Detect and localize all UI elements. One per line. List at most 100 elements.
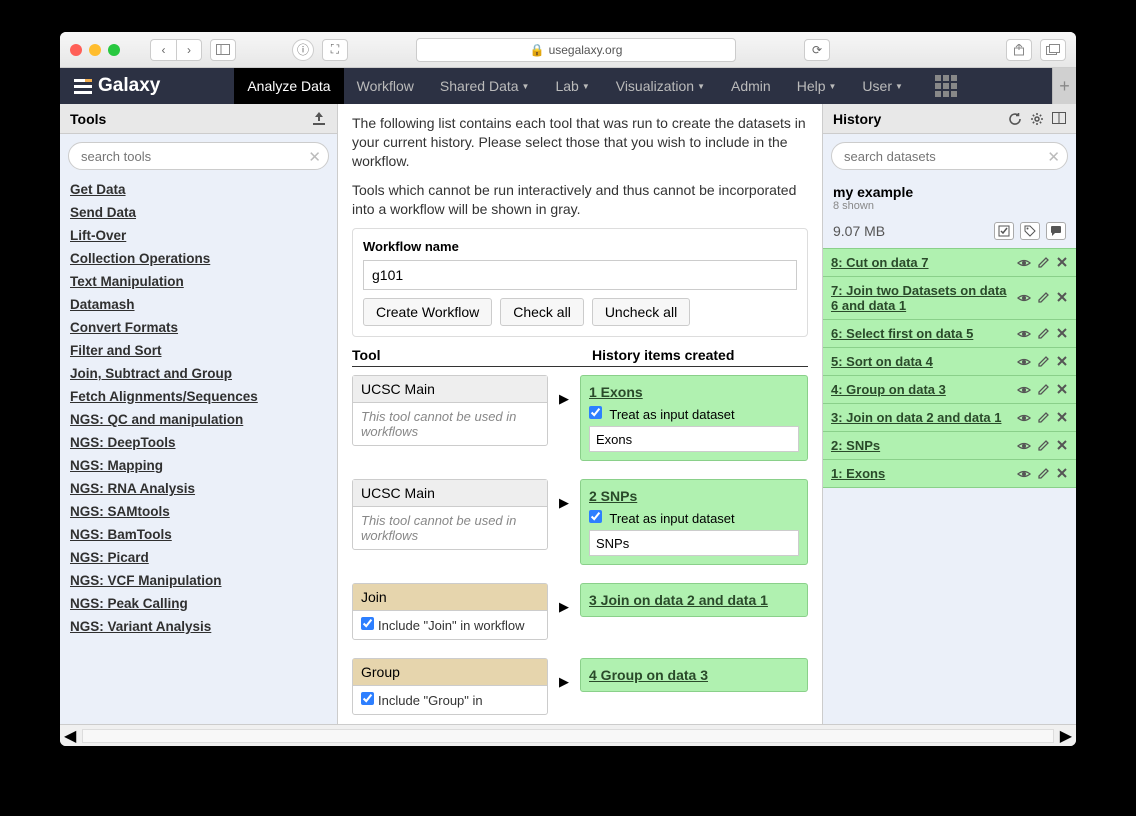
tabs-button[interactable] <box>1040 39 1066 61</box>
tool-category[interactable]: NGS: RNA Analysis <box>70 477 327 500</box>
gear-icon[interactable] <box>1030 112 1044 126</box>
logo[interactable]: Galaxy <box>60 75 174 97</box>
view-icon[interactable] <box>1017 291 1031 305</box>
delete-icon[interactable] <box>1056 439 1068 453</box>
edit-icon[interactable] <box>1037 467 1050 481</box>
hist-link[interactable]: 3 Join on data 2 and data 1 <box>589 592 768 608</box>
history-item-link[interactable]: 4: Group on data 3 <box>831 382 1017 397</box>
edit-icon[interactable] <box>1037 411 1050 425</box>
edit-icon[interactable] <box>1037 383 1050 397</box>
scroll-right-icon[interactable]: ▶ <box>1060 726 1072 746</box>
delete-icon[interactable] <box>1056 355 1068 369</box>
nav-shared-data[interactable]: Shared Data▼ <box>427 68 543 104</box>
view-icon[interactable] <box>1017 327 1031 341</box>
history-item[interactable]: 1: Exons <box>823 459 1076 488</box>
history-item-link[interactable]: 6: Select first on data 5 <box>831 326 1017 341</box>
input-dataset-name[interactable] <box>589 426 799 452</box>
view-icon[interactable] <box>1017 383 1031 397</box>
create-workflow-button[interactable]: Create Workflow <box>363 298 492 326</box>
tool-category[interactable]: NGS: BamTools <box>70 523 327 546</box>
view-icon[interactable] <box>1017 355 1031 369</box>
tool-category[interactable]: NGS: VCF Manipulation <box>70 569 327 592</box>
hist-link[interactable]: 1 Exons <box>589 384 643 400</box>
delete-icon[interactable] <box>1056 383 1068 397</box>
tool-category[interactable]: Join, Subtract and Group <box>70 362 327 385</box>
view-icon[interactable] <box>1017 439 1031 453</box>
treat-input-checkbox[interactable] <box>589 510 602 523</box>
view-icon[interactable] <box>1017 256 1031 270</box>
tool-category[interactable]: NGS: SAMtools <box>70 500 327 523</box>
edit-icon[interactable] <box>1037 327 1050 341</box>
tool-category[interactable]: Fetch Alignments/Sequences <box>70 385 327 408</box>
columns-icon[interactable] <box>1052 112 1066 126</box>
address-bar[interactable]: 🔒usegalaxy.org <box>416 38 736 62</box>
history-item[interactable]: 6: Select first on data 5 <box>823 319 1076 348</box>
delete-icon[interactable] <box>1056 467 1068 481</box>
tool-category-list[interactable]: Get DataSend DataLift-OverCollection Ope… <box>60 178 337 724</box>
minimize-window[interactable] <box>89 44 101 56</box>
scroll-left-icon[interactable]: ◀ <box>64 726 76 746</box>
history-item-link[interactable]: 5: Sort on data 4 <box>831 354 1017 369</box>
view-icon[interactable] <box>1017 411 1031 425</box>
history-item[interactable]: 2: SNPs <box>823 431 1076 460</box>
close-window[interactable] <box>70 44 82 56</box>
reload-button[interactable]: ⟳ <box>804 39 830 61</box>
history-item-link[interactable]: 3: Join on data 2 and data 1 <box>831 410 1017 425</box>
tags-icon[interactable] <box>1020 222 1040 240</box>
history-item-link[interactable]: 8: Cut on data 7 <box>831 255 1017 270</box>
delete-icon[interactable] <box>1056 411 1068 425</box>
annotation-icon[interactable] <box>1046 222 1066 240</box>
fullscreen-button[interactable]: ⛶ <box>322 39 348 61</box>
forward-button[interactable]: › <box>176 39 202 61</box>
history-item[interactable]: 7: Join two Datasets on data 6 and data … <box>823 276 1076 320</box>
edit-icon[interactable] <box>1037 355 1050 369</box>
tools-search-input[interactable] <box>68 142 329 170</box>
tool-category[interactable]: NGS: QC and manipulation <box>70 408 327 431</box>
back-button[interactable]: ‹ <box>150 39 176 61</box>
input-dataset-name[interactable] <box>589 530 799 556</box>
nav-workflow[interactable]: Workflow <box>344 68 427 104</box>
history-item[interactable]: 4: Group on data 3 <box>823 375 1076 404</box>
delete-icon[interactable] <box>1056 291 1068 305</box>
clear-history-search-icon[interactable]: ✕ <box>1047 148 1060 166</box>
edit-icon[interactable] <box>1037 291 1050 305</box>
tool-category[interactable]: NGS: Peak Calling <box>70 592 327 615</box>
history-item[interactable]: 8: Cut on data 7 <box>823 248 1076 277</box>
delete-icon[interactable] <box>1056 327 1068 341</box>
tool-category[interactable]: NGS: Variant Analysis <box>70 615 327 638</box>
sidebar-toggle[interactable] <box>210 39 236 61</box>
horizontal-scrollbar[interactable]: ◀ ▶ <box>60 724 1076 746</box>
include-checkbox[interactable] <box>361 617 374 630</box>
history-item-link[interactable]: 1: Exons <box>831 466 1017 481</box>
uncheck-all-button[interactable]: Uncheck all <box>592 298 690 326</box>
nav-lab[interactable]: Lab▼ <box>542 68 602 104</box>
view-icon[interactable] <box>1017 467 1031 481</box>
history-search-input[interactable] <box>831 142 1068 170</box>
nav-admin[interactable]: Admin <box>718 68 784 104</box>
select-all-icon[interactable] <box>994 222 1014 240</box>
include-checkbox[interactable] <box>361 692 374 705</box>
treat-input-checkbox[interactable] <box>589 406 602 419</box>
edit-icon[interactable] <box>1037 256 1050 270</box>
tool-category[interactable]: Send Data <box>70 201 327 224</box>
tool-category[interactable]: Text Manipulation <box>70 270 327 293</box>
reader-button[interactable]: ⓘ <box>292 39 314 61</box>
edit-icon[interactable] <box>1037 439 1050 453</box>
maximize-window[interactable] <box>108 44 120 56</box>
history-items-list[interactable]: 8: Cut on data 7 7: Join two Datasets on … <box>823 248 1076 724</box>
tool-category[interactable]: Filter and Sort <box>70 339 327 362</box>
history-item-link[interactable]: 7: Join two Datasets on data 6 and data … <box>831 283 1017 313</box>
history-item[interactable]: 5: Sort on data 4 <box>823 347 1076 376</box>
new-tab-button[interactable]: + <box>1052 68 1076 104</box>
history-name[interactable]: my example <box>833 184 1066 200</box>
workflow-name-input[interactable] <box>363 260 797 290</box>
nav-visualization[interactable]: Visualization▼ <box>603 68 718 104</box>
nav-user[interactable]: User▼ <box>849 68 915 104</box>
history-item[interactable]: 3: Join on data 2 and data 1 <box>823 403 1076 432</box>
upload-icon[interactable] <box>311 112 327 126</box>
nav-analyze-data[interactable]: Analyze Data <box>234 68 343 104</box>
tool-category[interactable]: NGS: Picard <box>70 546 327 569</box>
tool-category[interactable]: Datamash <box>70 293 327 316</box>
hist-link[interactable]: 4 Group on data 3 <box>589 667 708 683</box>
nav-help[interactable]: Help▼ <box>784 68 850 104</box>
